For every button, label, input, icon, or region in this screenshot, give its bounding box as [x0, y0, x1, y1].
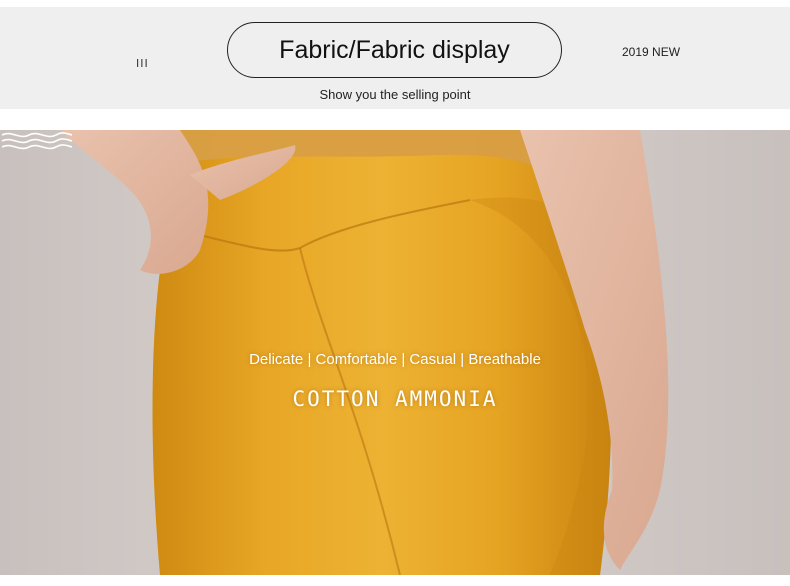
feature-list: Delicate | Comfortable | Casual | Breath… [249, 351, 541, 368]
material-label: COTTON AMMONIA [292, 387, 498, 411]
subtitle: Show you the selling point [319, 87, 471, 102]
header-banner: III Fabric/Fabric display 2019 NEW Show … [0, 7, 790, 109]
title-pill: Fabric/Fabric display [227, 22, 562, 78]
decorative-mark: III [136, 57, 149, 70]
feature-overlay: Delicate | Comfortable | Casual | Breath… [0, 130, 790, 575]
year-tag: 2019 NEW [622, 45, 681, 59]
page-title: Fabric/Fabric display [279, 35, 510, 64]
product-photo: Delicate | Comfortable | Casual | Breath… [0, 130, 790, 575]
wave-lines-icon [1, 132, 73, 150]
